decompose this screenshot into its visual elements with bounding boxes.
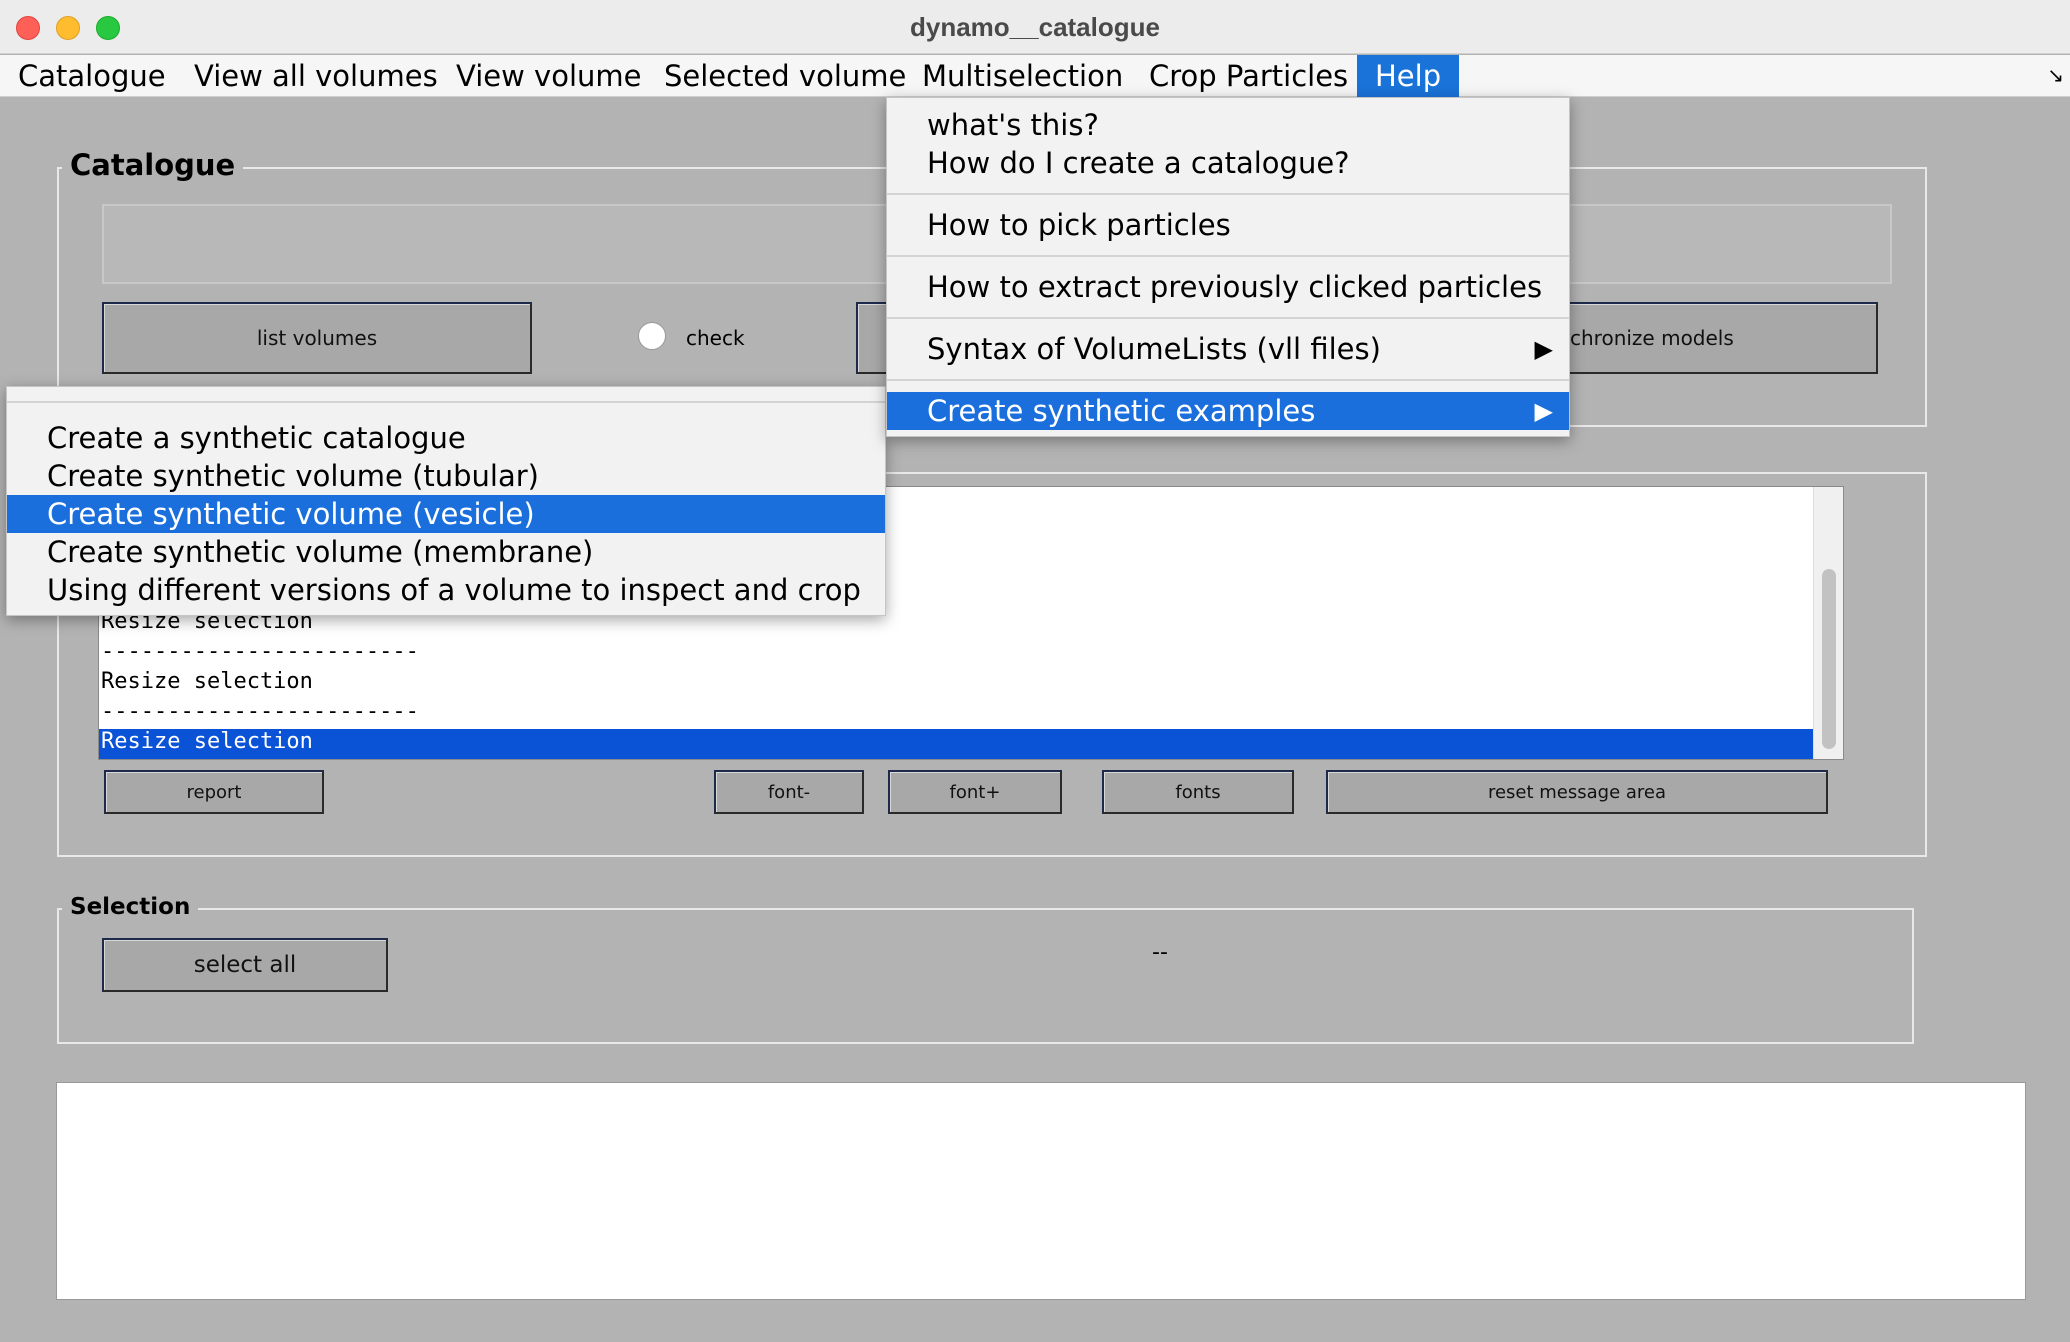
menu-how-pick-particles[interactable]: How to pick particles <box>887 206 1569 244</box>
menu-view-volume[interactable]: View volume <box>438 55 659 97</box>
submenu-arrow-icon: ▶ <box>1534 397 1553 425</box>
menu-create-synthetic-catalogue[interactable]: Create a synthetic catalogue <box>7 419 885 457</box>
menu-create-synthetic-tubular[interactable]: Create synthetic volume (tubular) <box>7 457 885 495</box>
catalogue-panel-title: Catalogue <box>62 148 244 182</box>
check-label: check <box>686 326 745 350</box>
report-button[interactable]: report <box>104 770 324 814</box>
message-line-selected: Resize selection <box>99 729 1813 759</box>
menu-help[interactable]: Help <box>1357 55 1460 97</box>
scrollbar-thumb[interactable] <box>1822 569 1836 749</box>
reset-message-area-button[interactable]: reset message area <box>1326 770 1828 814</box>
list-volumes-button[interactable]: list volumes <box>102 302 532 374</box>
output-area[interactable] <box>56 1082 2026 1300</box>
synchronize-models-button[interactable]: chronize models <box>1560 302 1878 374</box>
menu-separator <box>7 401 885 403</box>
select-all-button[interactable]: select all <box>102 938 388 992</box>
menu-syntax-volumelists-label: Syntax of VolumeLists (vll files) <box>927 332 1381 366</box>
message-line: ------------------------ <box>101 699 419 724</box>
menu-create-synthetic-examples[interactable]: Create synthetic examples ▶ <box>887 392 1569 430</box>
message-scrollbar[interactable] <box>1813 487 1843 759</box>
menu-separator <box>887 379 1569 381</box>
menu-whats-this[interactable]: what's this? <box>887 106 1569 144</box>
synthetic-examples-submenu: Create a synthetic catalogue Create synt… <box>6 386 886 616</box>
menu-multiselection[interactable]: Multiselection <box>904 55 1141 97</box>
menu-crop-particles[interactable]: Crop Particles <box>1131 55 1366 97</box>
window-title: dynamo__catalogue <box>910 12 1160 42</box>
menu-separator <box>887 317 1569 319</box>
message-line: Resize selection <box>101 669 313 694</box>
help-menu-dropdown: what's this? How do I create a catalogue… <box>886 97 1570 437</box>
message-line: ------------------------ <box>101 639 419 664</box>
menu-bar: Catalogue View all volumes View volume S… <box>0 55 2070 97</box>
title-bar: dynamo__catalogue <box>0 0 2070 54</box>
check-radio[interactable] <box>638 322 666 350</box>
selection-status: -- <box>1152 940 1168 965</box>
menu-syntax-volumelists[interactable]: Syntax of VolumeLists (vll files) ▶ <box>887 330 1569 368</box>
menu-create-synthetic-examples-label: Create synthetic examples <box>927 394 1316 428</box>
submenu-arrow-icon: ▶ <box>1534 335 1553 363</box>
menu-how-extract-particles[interactable]: How to extract previously clicked partic… <box>887 268 1569 306</box>
menu-create-synthetic-membrane[interactable]: Create synthetic volume (membrane) <box>7 533 885 571</box>
font-minus-button[interactable]: font- <box>714 770 864 814</box>
menu-view-all-volumes[interactable]: View all volumes <box>176 55 456 97</box>
menu-selected-volume[interactable]: Selected volume <box>646 55 924 97</box>
menu-separator <box>887 255 1569 257</box>
menu-different-versions[interactable]: Using different versions of a volume to … <box>7 571 885 609</box>
menu-separator <box>887 193 1569 195</box>
menu-how-create-catalogue[interactable]: How do I create a catalogue? <box>887 144 1569 182</box>
selection-panel-title: Selection <box>62 894 199 920</box>
menu-create-synthetic-vesicle[interactable]: Create synthetic volume (vesicle) <box>7 495 885 533</box>
fonts-button[interactable]: fonts <box>1102 770 1294 814</box>
resize-icon[interactable]: ↘ <box>2047 63 2064 87</box>
menu-catalogue[interactable]: Catalogue <box>0 55 184 97</box>
font-plus-button[interactable]: font+ <box>888 770 1062 814</box>
